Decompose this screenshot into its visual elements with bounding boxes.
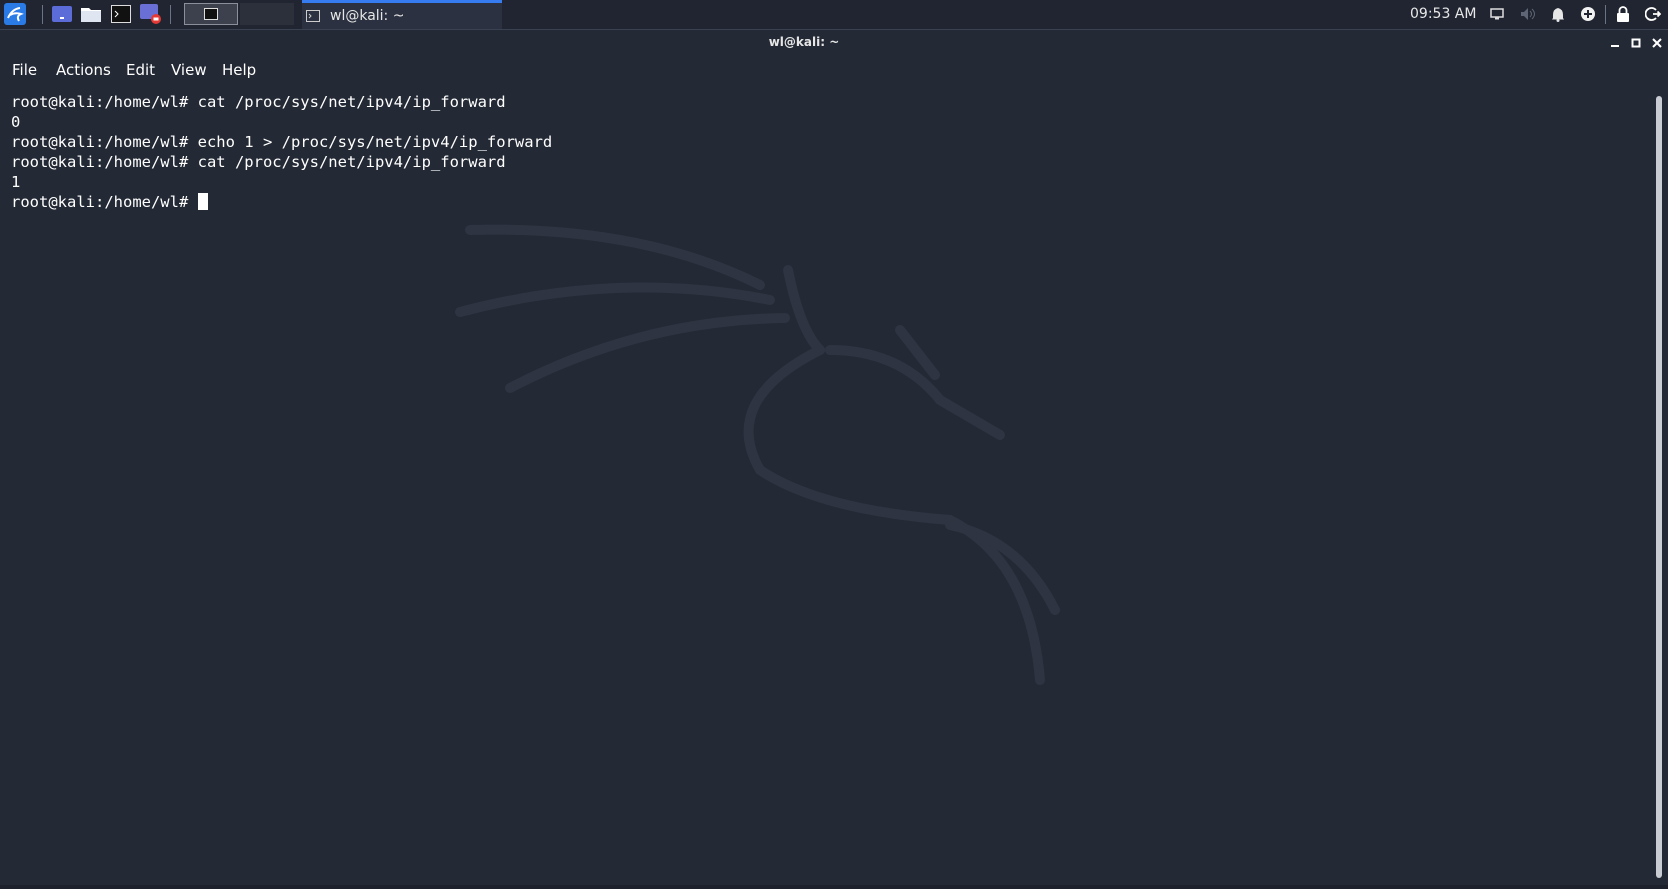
terminal-icon [306, 10, 320, 22]
menu-edit[interactable]: Edit [126, 61, 155, 79]
terminal-prompt-line[interactable]: root@kali:/home/wl# [11, 192, 208, 212]
terminal-output[interactable]: root@kali:/home/wl# cat /proc/sys/net/ip… [0, 86, 1652, 886]
menu-file[interactable]: File [12, 61, 37, 79]
menu-actions[interactable]: Actions [56, 61, 111, 79]
menu-help[interactable]: Help [222, 61, 256, 79]
clock[interactable]: 09:53 AM [1410, 0, 1476, 29]
terminal-line: root@kali:/home/wl# cat /proc/sys/net/ip… [11, 93, 506, 111]
terminal-line: 0 [11, 113, 21, 131]
screen-recorder-icon[interactable] [140, 3, 162, 25]
desktop-icon[interactable] [51, 3, 73, 25]
window-title: wl@kali: ~ [768, 35, 840, 49]
menu-bar: File Actions Edit View Help [0, 58, 1668, 84]
window-titlebar[interactable]: wl@kali: ~ [0, 30, 1668, 56]
logout-icon[interactable] [1644, 3, 1662, 25]
minimize-icon[interactable] [1606, 34, 1624, 52]
panel-separator [42, 5, 43, 24]
panel-separator [170, 5, 171, 24]
panel-separator [1605, 5, 1606, 24]
menu-view[interactable]: View [171, 61, 207, 79]
taskbar-terminal-button[interactable]: wl@kali: ~ [302, 0, 502, 29]
lock-icon[interactable] [1614, 3, 1632, 25]
terminal-icon[interactable] [110, 3, 132, 25]
workspace-1[interactable] [184, 3, 238, 25]
top-panel: wl@kali: ~ 09:53 AM [0, 0, 1668, 30]
terminal-line: root@kali:/home/wl# echo 1 > /proc/sys/n… [11, 133, 553, 151]
window-bottom-border [0, 885, 1668, 889]
terminal-cursor [197, 193, 208, 210]
terminal-scrollbar[interactable] [1656, 96, 1662, 878]
network-icon[interactable] [1579, 3, 1597, 25]
file-manager-icon[interactable] [80, 3, 102, 25]
display-icon[interactable] [1488, 3, 1506, 25]
maximize-icon[interactable] [1627, 34, 1645, 52]
terminal-prompt: root@kali:/home/wl# [11, 193, 198, 211]
terminal-line: 1 [11, 173, 21, 191]
kali-menu-icon[interactable] [2, 3, 28, 25]
notification-bell-icon[interactable] [1549, 3, 1567, 25]
volume-icon[interactable] [1518, 3, 1538, 25]
close-icon[interactable] [1648, 34, 1666, 52]
taskbar-terminal-label: wl@kali: ~ [330, 8, 405, 24]
workspace-2[interactable] [240, 3, 294, 25]
terminal-line: root@kali:/home/wl# cat /proc/sys/net/ip… [11, 153, 506, 171]
